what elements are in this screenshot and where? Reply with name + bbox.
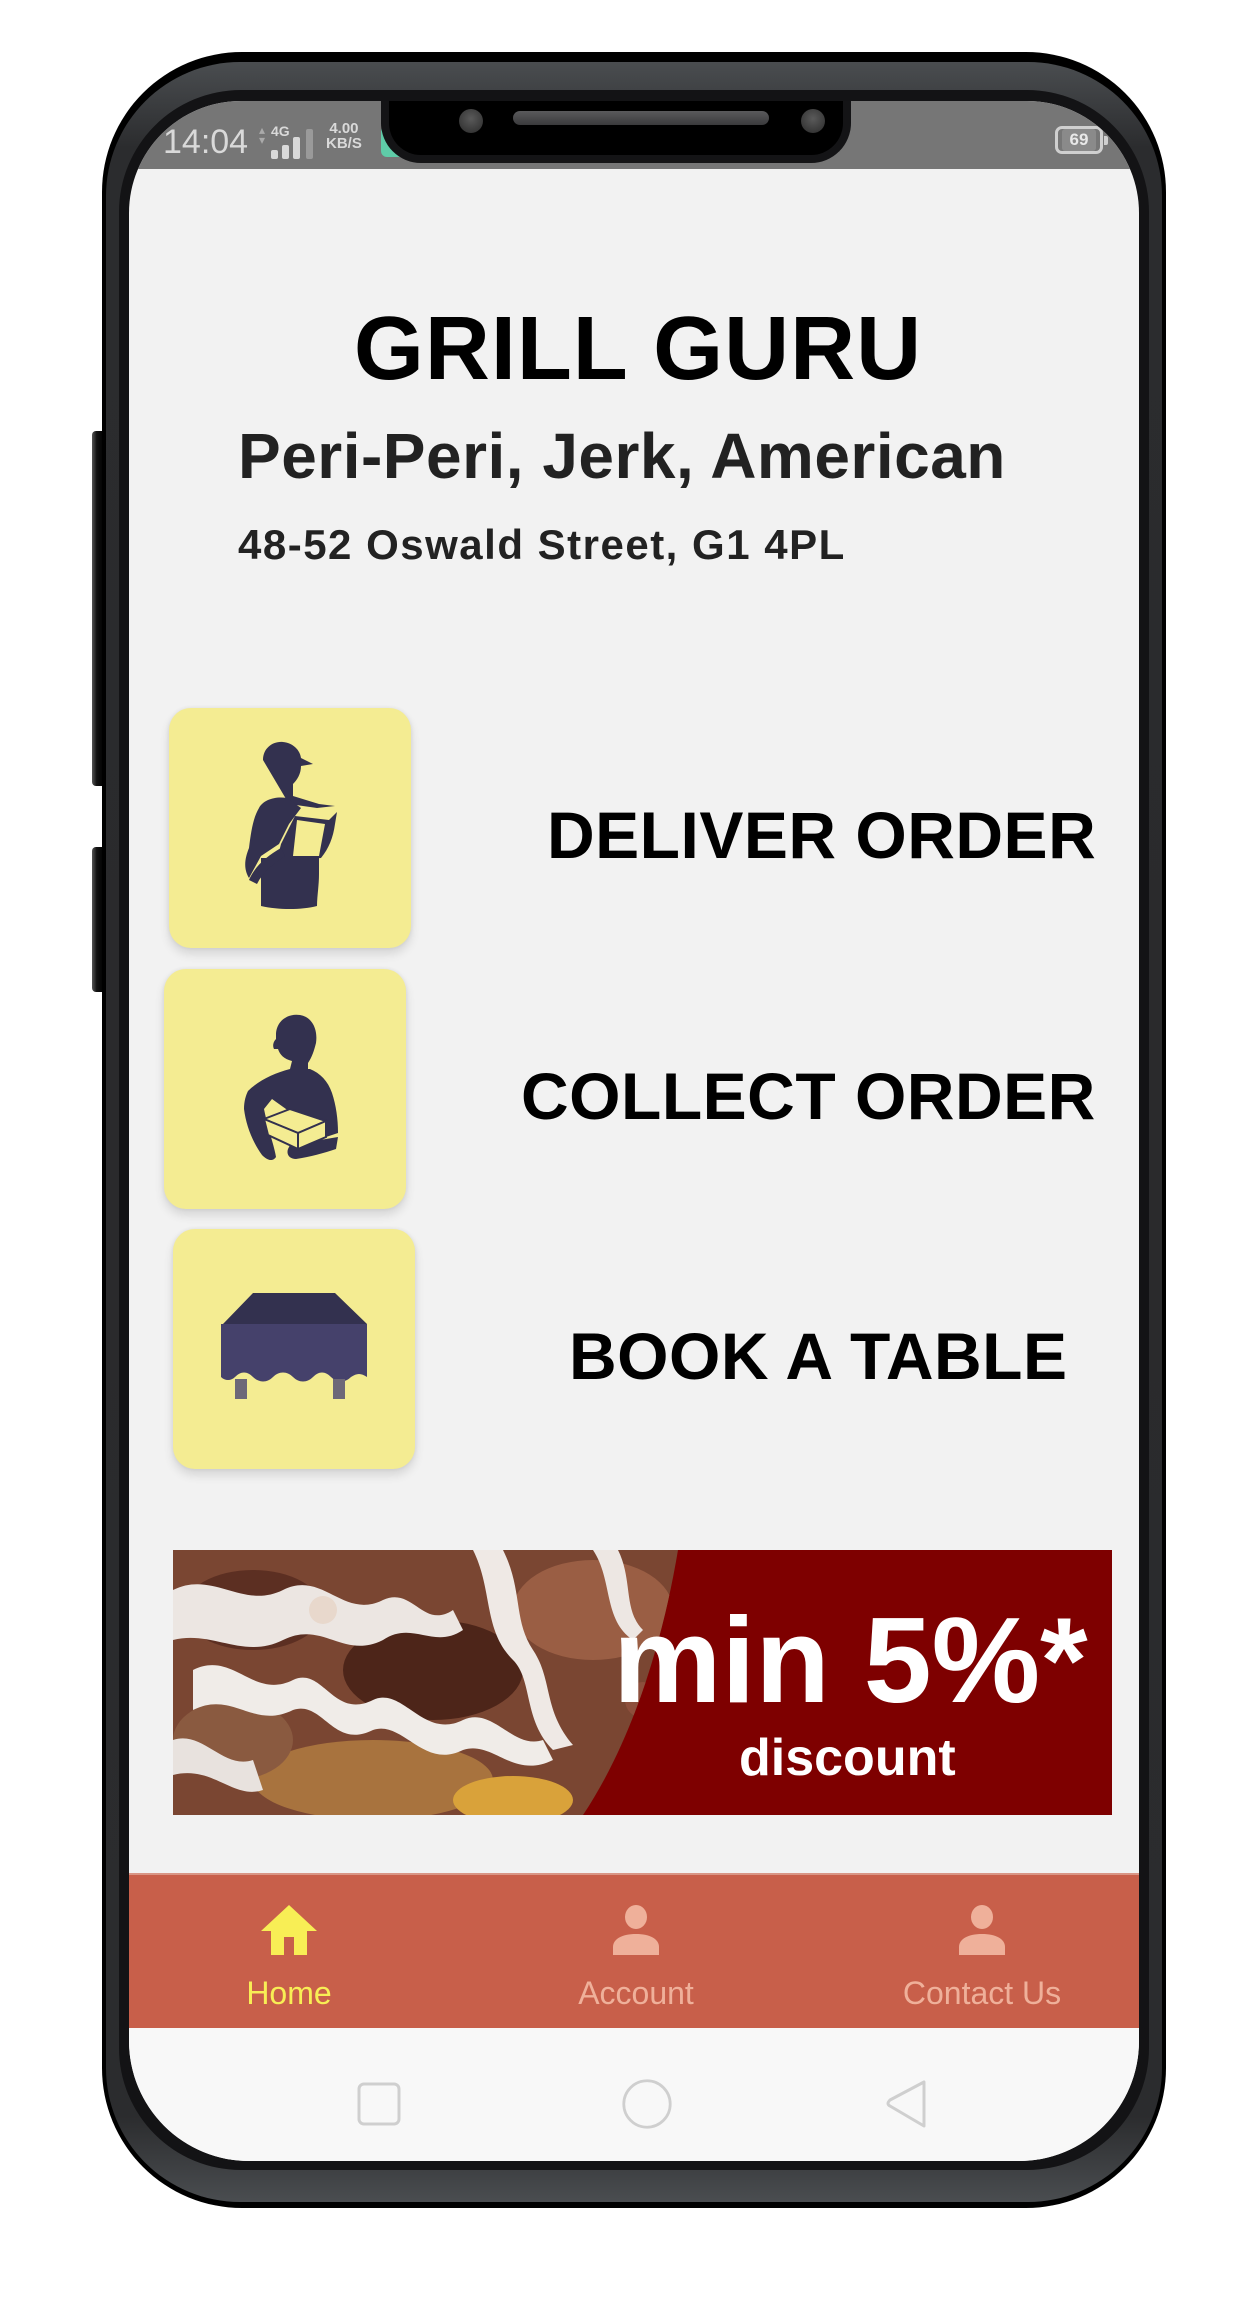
book-table-tile[interactable]: [173, 1229, 415, 1469]
system-navigation-bar: [129, 2028, 1139, 2161]
nav-contact-us-label: Contact Us: [902, 1975, 1062, 2011]
restaurant-cuisines: Peri-Peri, Jerk, American: [238, 420, 1006, 492]
back-button[interactable]: [884, 2078, 928, 2130]
front-camera-icon: [459, 109, 483, 133]
nav-contact-us[interactable]: Contact Us: [872, 1875, 1092, 2030]
book-table-button[interactable]: BOOK A TABLE: [569, 1318, 1068, 1394]
discount-headline: min 5%*: [613, 1592, 1088, 1728]
earpiece-speaker: [513, 111, 769, 125]
network-speed-value: 4.00: [329, 120, 359, 137]
person-icon: [613, 1905, 659, 1955]
delivery-person-icon: [245, 741, 337, 909]
recents-button[interactable]: [357, 2078, 401, 2130]
status-time: 14:04: [163, 123, 249, 161]
nav-home-label: Home: [246, 1975, 332, 2011]
network-speed-unit: KB/S: [326, 135, 362, 152]
battery-level: 69: [1062, 129, 1096, 151]
person-icon: [959, 1905, 1005, 1955]
battery-icon: 69: [1055, 126, 1108, 154]
restaurant-address: 48-52 Oswald Street, G1 4PL: [238, 521, 846, 568]
deliver-order-button[interactable]: DELIVER ORDER: [547, 797, 1096, 873]
network-speed: 4.00 KB/S: [326, 121, 362, 151]
phone-screen: 14:04 ▴▾ 4G 4.00 KB/S ⌣⁘ 69 GRILL GURU P…: [129, 101, 1139, 2161]
nav-account-label: Account: [578, 1975, 694, 2011]
nav-account[interactable]: Account: [526, 1875, 746, 2030]
system-home-button[interactable]: [619, 2078, 675, 2130]
nav-home[interactable]: Home: [179, 1875, 399, 2030]
bottom-navigation: Home Account Contact Us: [129, 1873, 1139, 2028]
person-carrying-box-icon: [244, 1014, 338, 1161]
camera-notch: [381, 101, 851, 163]
signal-strength-icon: [271, 129, 317, 159]
discount-banner[interactable]: min 5%* discount: [173, 1550, 1112, 1815]
data-activity-icon: ▴ ▾: [259, 123, 266, 147]
table-icon: [221, 1293, 367, 1399]
restaurant-name: GRILL GURU: [353, 299, 923, 399]
discount-subtext: discount: [739, 1729, 956, 1787]
collect-order-button[interactable]: COLLECT ORDER: [521, 1058, 1096, 1134]
collect-order-tile[interactable]: [164, 969, 406, 1209]
deliver-order-tile[interactable]: [169, 708, 411, 948]
home-icon: [261, 1905, 317, 1955]
sensor-icon: [801, 109, 825, 133]
